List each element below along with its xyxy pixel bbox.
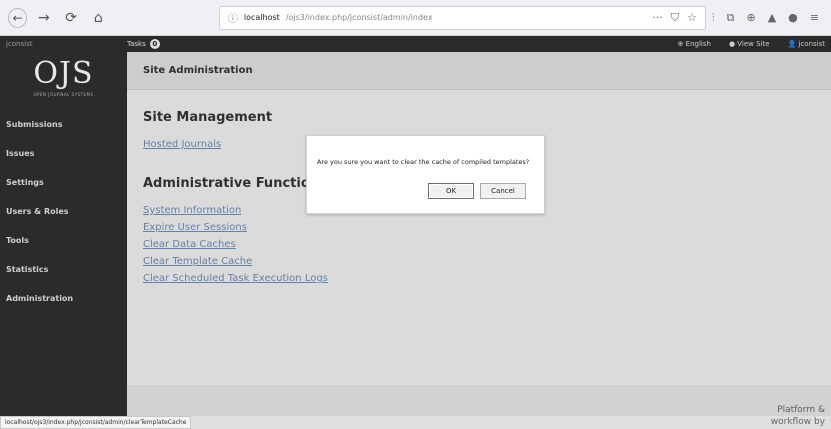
page-actions-icon[interactable]: ···: [652, 11, 663, 25]
logo-subtitle: OPEN JOURNAL SYSTEMS: [33, 92, 94, 97]
dialog-message: Are you sure you want to clear the cache…: [317, 158, 530, 166]
library-icon[interactable]: ⫶: [712, 11, 715, 25]
sidebar-item-tools[interactable]: Tools: [0, 226, 127, 255]
sidebar-item-administration[interactable]: Administration: [0, 284, 127, 313]
url-host: localhost: [243, 13, 280, 22]
tasks-link[interactable]: Tasks 0: [127, 39, 160, 49]
menu-icon[interactable]: ≡: [810, 11, 819, 25]
browser-statusbar: localhost/ojs3/index.php/jconsist/admin/…: [0, 416, 192, 429]
home-icon: ⌂: [93, 9, 103, 26]
logo-mark: OJS: [33, 56, 94, 91]
language-menu[interactable]: ⊕ English: [678, 40, 711, 48]
site-info-icon[interactable]: ⓘ: [228, 10, 238, 25]
user-menu[interactable]: 👤 jconsist: [788, 40, 825, 48]
app-topbar: jconsist Tasks 0 ⊕ English ● View Site 👤…: [0, 36, 831, 52]
forward-arrow-icon: →: [38, 9, 50, 26]
cancel-button[interactable]: Cancel: [480, 183, 526, 199]
sidebar-item-issues[interactable]: Issues: [0, 139, 127, 168]
forward-button[interactable]: →: [33, 7, 54, 29]
ojs-logo[interactable]: OJS OPEN JOURNAL SYSTEMS: [0, 52, 127, 104]
tasks-label: Tasks: [127, 40, 146, 48]
address-bar[interactable]: ⓘ localhost/ojs3/index.php/jconsist/admi…: [218, 5, 706, 30]
extension-icon-2[interactable]: ▲: [768, 11, 776, 25]
tasks-count-badge: 0: [149, 39, 160, 49]
extension-icon[interactable]: ⊕: [746, 11, 755, 25]
sidebar-item-submissions[interactable]: Submissions: [0, 110, 127, 139]
sidebar-toggle-icon[interactable]: ⧉: [727, 11, 735, 25]
sidebar-menu: Submissions Issues Settings Users & Role…: [0, 110, 127, 313]
bookmark-star-icon[interactable]: ☆: [687, 11, 697, 25]
confirm-dialog: Are you sure you want to clear the cache…: [306, 135, 545, 214]
pocket-icon[interactable]: ⛉: [671, 11, 679, 25]
reload-button[interactable]: ⟳: [61, 7, 82, 29]
sidebar-item-settings[interactable]: Settings: [0, 168, 127, 197]
view-site-link[interactable]: ● View Site: [729, 40, 770, 48]
extension-icon-3[interactable]: ●: [788, 11, 798, 25]
dialog-buttons: OK Cancel: [428, 183, 526, 199]
back-button[interactable]: ←: [8, 7, 28, 28]
sidebar-item-users-roles[interactable]: Users & Roles: [0, 197, 127, 226]
browser-tools: ⫶ ⧉ ⊕ ▲ ● ≡: [712, 11, 823, 25]
ok-button[interactable]: OK: [428, 183, 474, 199]
home-button[interactable]: ⌂: [88, 7, 109, 29]
sidebar-item-statistics[interactable]: Statistics: [0, 255, 127, 284]
reload-icon: ⟳: [65, 9, 77, 26]
modal-backdrop: [127, 52, 831, 416]
url-path: /ojs3/index.php/jconsist/admin/index: [285, 13, 433, 22]
back-arrow-icon: ←: [12, 10, 23, 25]
browser-toolbar: ← → ⟳ ⌂ ⓘ localhost/ojs3/index.php/jcons…: [0, 0, 831, 36]
sidebar: OJS OPEN JOURNAL SYSTEMS Submissions Iss…: [0, 52, 127, 416]
journal-name[interactable]: jconsist: [0, 40, 127, 48]
